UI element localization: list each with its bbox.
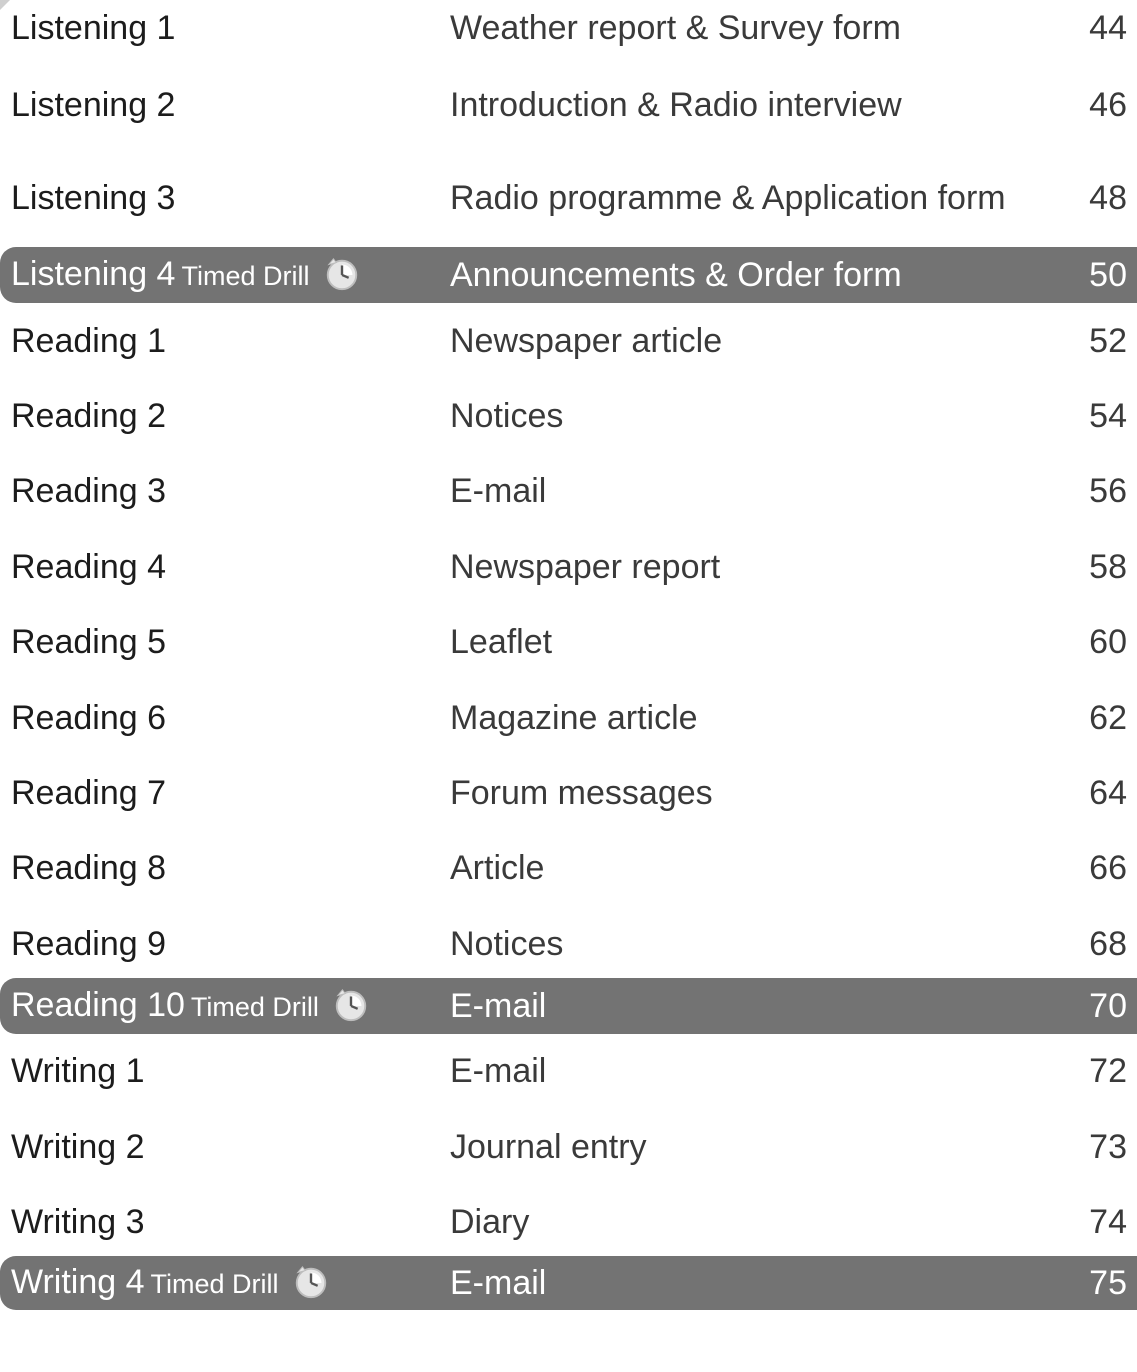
toc-row-title-group: Reading 10 Timed Drill: [11, 984, 370, 1028]
toc-row-page: 64: [1089, 774, 1127, 813]
toc-row-page: 54: [1089, 397, 1127, 436]
toc-row-page: 60: [1089, 623, 1127, 662]
table-of-contents: Listening 1 Weather report & Survey form…: [0, 0, 1137, 1310]
toc-row-title: Writing 3: [11, 1202, 145, 1241]
toc-row-title: Writing 1: [11, 1052, 145, 1091]
toc-row-topic: Leaflet: [450, 623, 553, 662]
toc-row-page: 73: [1089, 1127, 1127, 1166]
toc-row-reading-1[interactable]: Reading 1 Newspaper article 52: [0, 303, 1137, 378]
toc-row-topic: Weather report & Survey form: [450, 9, 901, 47]
timed-drill-tag: Timed Drill: [150, 1268, 279, 1299]
toc-row-listening-3[interactable]: Listening 3 Radio programme & Applicatio…: [0, 153, 1137, 243]
toc-row-title: Writing 4: [11, 1262, 145, 1301]
toc-row-title: Reading 5: [11, 623, 167, 662]
toc-row-title: Reading 9: [11, 924, 167, 963]
toc-row-page: 44: [1089, 9, 1127, 47]
toc-row-page: 62: [1089, 698, 1127, 737]
toc-row-topic: Notices: [450, 397, 564, 436]
toc-row-page: 74: [1089, 1202, 1127, 1241]
toc-row-title: Reading 2: [11, 397, 167, 436]
toc-row-title: Listening 4: [11, 255, 176, 293]
toc-row-page: 52: [1089, 321, 1127, 360]
toc-row-reading-5[interactable]: Reading 5 Leaflet 60: [0, 605, 1137, 680]
toc-row-title: Reading 1: [11, 321, 167, 360]
timed-drill-tag: Timed Drill: [190, 991, 319, 1022]
toc-row-title: Reading 6: [11, 698, 167, 737]
toc-row-page: 48: [1089, 179, 1127, 217]
toc-row-topic: Article: [450, 849, 545, 888]
toc-row-reading-3[interactable]: Reading 3 E-mail 56: [0, 454, 1137, 529]
toc-row-topic: Diary: [450, 1202, 530, 1241]
toc-row-writing-3[interactable]: Writing 3 Diary 74: [0, 1184, 1137, 1259]
toc-row-listening-4-timed-drill[interactable]: Listening 4 Timed Drill Announcements & O…: [0, 247, 1137, 303]
clock-icon: [295, 1265, 327, 1298]
toc-row-reading-9[interactable]: Reading 9 Notices 68: [0, 906, 1137, 981]
timed-drill-tag: Timed Drill: [181, 261, 310, 291]
toc-row-topic: E-mail: [450, 1052, 547, 1091]
toc-row-reading-8[interactable]: Reading 8 Article 66: [0, 831, 1137, 906]
toc-row-page: 50: [1089, 256, 1127, 294]
toc-row-topic: Magazine article: [450, 698, 698, 737]
toc-row-page: 56: [1089, 472, 1127, 511]
toc-row-page: 46: [1089, 85, 1127, 124]
toc-row-title: Listening 1: [11, 9, 176, 47]
toc-row-title: Listening 2: [11, 85, 176, 124]
toc-row-reading-10-timed-drill[interactable]: Reading 10 Timed Drill E-mail 70: [0, 977, 1137, 1034]
toc-row-topic: E-mail: [450, 472, 547, 511]
toc-row-reading-4[interactable]: Reading 4 Newspaper report 58: [0, 529, 1137, 604]
toc-row-reading-6[interactable]: Reading 6 Magazine article 62: [0, 680, 1137, 755]
toc-row-title: Reading 8: [11, 849, 167, 888]
toc-row-title: Listening 3: [11, 179, 176, 217]
toc-row-topic: Journal entry: [450, 1127, 647, 1166]
toc-row-topic: E-mail: [450, 986, 547, 1025]
toc-row-page: 72: [1089, 1052, 1127, 1091]
toc-row-page: 75: [1089, 1263, 1127, 1302]
toc-row-writing-4-timed-drill[interactable]: Writing 4 Timed Drill E-mail 75: [0, 1255, 1137, 1310]
toc-row-reading-2[interactable]: Reading 2 Notices 54: [0, 378, 1137, 453]
toc-row-title: Reading 3: [11, 472, 167, 511]
toc-row-page: 68: [1089, 924, 1127, 963]
clock-icon: [326, 258, 358, 291]
toc-row-topic: Radio programme & Application form: [450, 179, 1006, 217]
toc-row-title: Writing 2: [11, 1127, 145, 1166]
toc-row-writing-2[interactable]: Writing 2 Journal entry 73: [0, 1109, 1137, 1184]
toc-row-listening-1[interactable]: Listening 1 Weather report & Survey form…: [0, 0, 1137, 56]
toc-row-title: Reading 7: [11, 774, 167, 813]
toc-row-page: 58: [1089, 547, 1127, 586]
toc-row-page: 66: [1089, 849, 1127, 888]
toc-row-topic: Notices: [450, 924, 564, 963]
toc-row-title: Reading 10: [11, 985, 185, 1024]
toc-row-reading-7[interactable]: Reading 7 Forum messages 64: [0, 755, 1137, 830]
toc-row-title-group: Listening 4 Timed Drill: [11, 253, 361, 297]
toc-row-page: 70: [1089, 986, 1127, 1025]
toc-row-topic: Announcements & Order form: [450, 256, 902, 294]
toc-row-topic: Newspaper article: [450, 321, 723, 360]
toc-row-topic: E-mail: [450, 1263, 547, 1302]
toc-row-topic: Forum messages: [450, 774, 713, 813]
toc-row-writing-1[interactable]: Writing 1 E-mail 72: [0, 1034, 1137, 1109]
toc-row-title: Reading 4: [11, 547, 167, 586]
clock-icon: [336, 988, 367, 1021]
toc-row-topic: Newspaper report: [450, 547, 721, 586]
toc-row-topic: Introduction & Radio interview: [450, 85, 902, 124]
toc-row-listening-2[interactable]: Listening 2 Introduction & Radio intervi…: [0, 56, 1137, 153]
toc-row-title-group: Writing 4 Timed Drill: [11, 1261, 330, 1305]
